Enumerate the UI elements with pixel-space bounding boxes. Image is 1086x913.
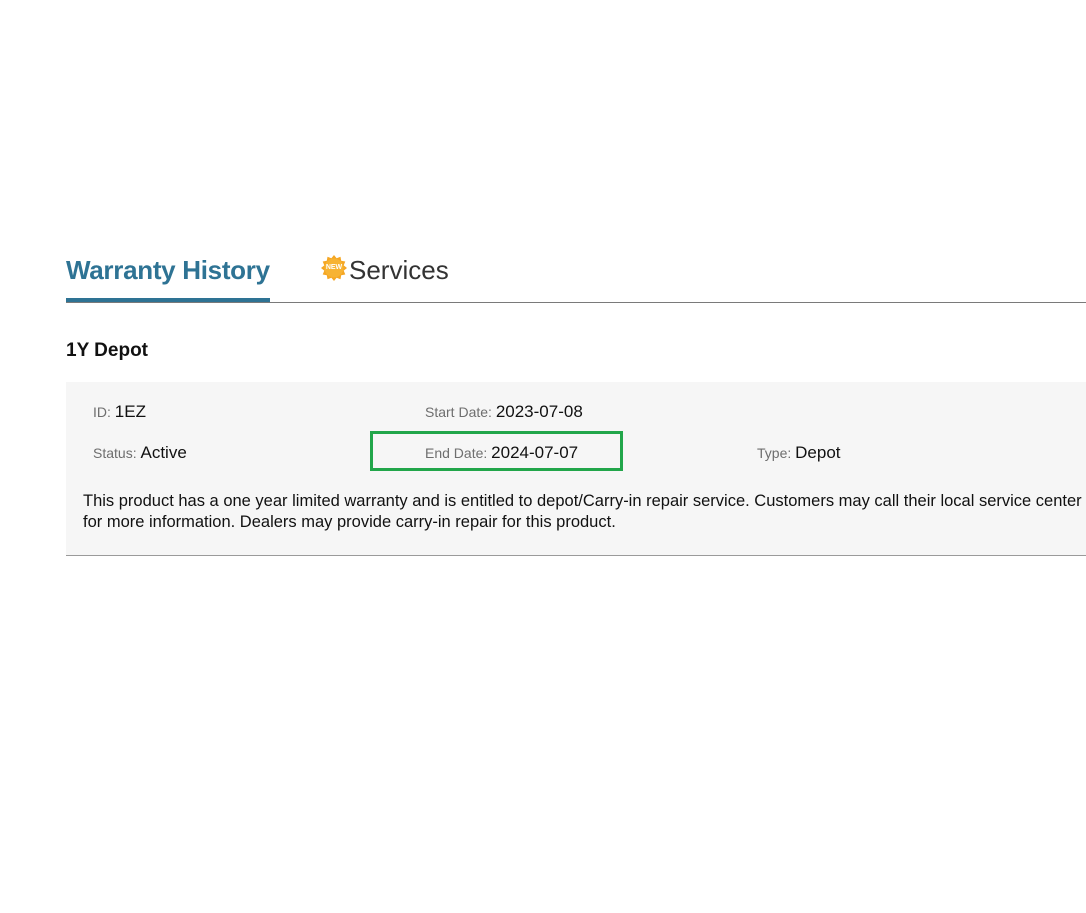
new-badge-label: NEW bbox=[325, 264, 343, 271]
status-label: Status bbox=[93, 445, 133, 461]
new-badge-icon: NEW bbox=[320, 254, 348, 282]
warranty-description: This product has a one year limited warr… bbox=[83, 492, 1082, 531]
status-value: Active bbox=[140, 443, 187, 462]
type-label: Type bbox=[757, 445, 788, 461]
id-field: ID: 1EZ bbox=[93, 402, 146, 421]
type-value: Depot bbox=[795, 443, 841, 462]
tab-warranty-history[interactable]: Warranty History bbox=[66, 250, 270, 302]
id-value: 1EZ bbox=[114, 402, 146, 421]
start-date-label: Start Date bbox=[425, 404, 489, 420]
start-date-value: 2023-07-08 bbox=[495, 402, 583, 421]
end-date-value: 2024-07-07 bbox=[491, 443, 579, 462]
warranty-panel: ID: 1EZ Start Date: 2023-07-08 Status: A… bbox=[66, 382, 1086, 556]
id-label: ID bbox=[93, 404, 107, 420]
page: Warranty History NEW Services 1Y Depot I… bbox=[0, 0, 1086, 913]
type-field: Type: Depot bbox=[757, 443, 841, 462]
end-date-field: End Date: 2024-07-07 bbox=[425, 443, 579, 462]
start-date-field: Start Date: 2023-07-08 bbox=[425, 402, 583, 421]
tab-services-label: Services bbox=[349, 255, 449, 285]
tab-warranty-history-label: Warranty History bbox=[66, 255, 270, 285]
end-date-label: End Date bbox=[425, 445, 484, 461]
status-field: Status: Active bbox=[93, 443, 187, 462]
active-tab-underline bbox=[66, 298, 270, 302]
tab-services[interactable]: NEW Services bbox=[320, 250, 449, 300]
tab-bar: Warranty History NEW Services bbox=[66, 250, 1086, 303]
warranty-title: 1Y Depot bbox=[66, 340, 149, 361]
